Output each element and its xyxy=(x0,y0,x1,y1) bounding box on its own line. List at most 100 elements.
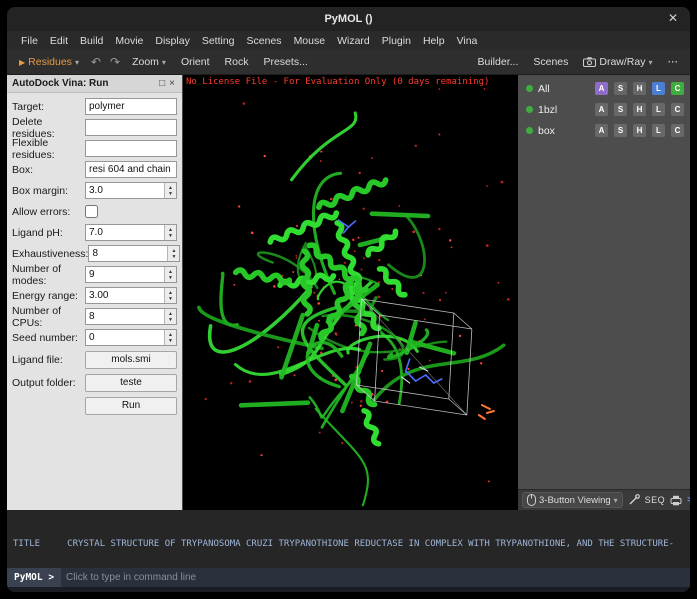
mouse-mode-label: 3-Button Viewing xyxy=(539,495,611,506)
show-button[interactable]: S xyxy=(614,103,627,116)
command-input[interactable] xyxy=(61,568,690,587)
hide-button[interactable]: H xyxy=(633,103,646,116)
spinner-arrows-icon[interactable]: ▲▼ xyxy=(164,330,176,345)
action-button[interactable]: A xyxy=(595,103,608,116)
field-row-allow-errors: Allow errors: xyxy=(7,201,182,222)
menu-display[interactable]: Display xyxy=(149,35,195,47)
seq-toggle[interactable]: SEQ xyxy=(645,495,666,505)
chevron-down-icon: ▾ xyxy=(648,58,652,67)
target-input[interactable] xyxy=(85,98,177,115)
license-warning-text: No License File - For Evaluation Only (0… xyxy=(186,77,489,87)
molecular-viewport[interactable]: No License File - For Evaluation Only (0… xyxy=(183,75,518,510)
redo-icon[interactable]: ↷ xyxy=(107,55,123,69)
menu-setting[interactable]: Setting xyxy=(196,35,241,47)
box-margin-spinner[interactable]: ▲▼ xyxy=(85,182,177,199)
console-line: TITLE CRYSTAL STRUCTURE OF TRYPANOSOMA C… xyxy=(13,538,684,550)
color-button[interactable]: C xyxy=(671,82,684,95)
exhaustiveness-spinner[interactable]: ▲▼ xyxy=(88,245,180,262)
exhaustiveness-label: Exhaustiveness: xyxy=(12,248,88,260)
field-row-delete-residues: Delete residues: xyxy=(7,117,182,138)
menu-plugin[interactable]: Plugin xyxy=(376,35,417,47)
spinner-arrows-icon[interactable]: ▲▼ xyxy=(164,288,176,303)
field-row-flexible-residues: Flexible residues: xyxy=(7,138,182,159)
seed-number-spinner[interactable]: ▲▼ xyxy=(85,329,177,346)
object-row-all[interactable]: All A S H L C xyxy=(518,78,690,99)
close-icon[interactable]: ✕ xyxy=(668,11,678,25)
menu-build[interactable]: Build xyxy=(74,35,109,47)
number-of-modes-spinner[interactable]: ▲▼ xyxy=(85,266,177,283)
title-bar: PyMOL () ✕ xyxy=(7,7,690,31)
window-title: PyMOL () xyxy=(324,13,372,25)
menu-bar: File Edit Build Movie Display Setting Sc… xyxy=(7,31,690,50)
mouse-mode-button[interactable]: 3-Button Viewing ▾ xyxy=(522,492,623,508)
menu-help[interactable]: Help xyxy=(417,35,451,47)
field-row-box-margin: Box margin: ▲▼ xyxy=(7,180,182,201)
spinner-arrows-icon[interactable]: ▲▼ xyxy=(164,267,176,282)
orient-button[interactable]: Orient xyxy=(175,54,216,70)
menu-edit[interactable]: Edit xyxy=(44,35,74,47)
flexible-residues-input[interactable] xyxy=(85,140,177,157)
action-button[interactable]: A xyxy=(595,82,608,95)
prompt-label: PyMOL > xyxy=(14,572,54,583)
float-panel-icon[interactable]: □ xyxy=(157,78,167,89)
object-name[interactable]: box xyxy=(538,125,589,137)
zoom-button[interactable]: Zoom ▾ xyxy=(126,54,172,70)
hide-button[interactable]: H xyxy=(633,82,646,95)
spinner-arrows-icon[interactable]: ▲▼ xyxy=(164,225,176,240)
menu-file[interactable]: File xyxy=(15,35,44,47)
scenes-button[interactable]: Scenes xyxy=(527,54,574,70)
color-button[interactable]: C xyxy=(671,103,684,116)
menu-scenes[interactable]: Scenes xyxy=(241,35,288,47)
ligand-file-button[interactable]: mols.smi xyxy=(85,351,177,369)
menu-vina[interactable]: Vina xyxy=(451,35,484,47)
presets-button[interactable]: Presets... xyxy=(257,54,313,70)
draw-ray-button[interactable]: Draw/Ray ▾ xyxy=(577,54,658,70)
spinner-arrows-icon[interactable]: ▲▼ xyxy=(164,183,176,198)
tools-icon[interactable] xyxy=(628,494,640,506)
label-button[interactable]: L xyxy=(652,103,665,116)
label-button[interactable]: L xyxy=(652,124,665,137)
show-button[interactable]: S xyxy=(614,124,627,137)
vina-panel-header: AutoDock Vina: Run □ × xyxy=(7,75,182,93)
box-input[interactable] xyxy=(85,161,177,178)
close-panel-icon[interactable]: × xyxy=(167,78,177,89)
object-rows: All A S H L C 1bzl A S H L C xyxy=(518,75,690,489)
label-button[interactable]: L xyxy=(652,82,665,95)
builder-button[interactable]: Builder... xyxy=(472,54,525,70)
more-menu-button[interactable]: ⋯ xyxy=(662,54,685,70)
object-row-1bzl[interactable]: 1bzl A S H L C xyxy=(518,99,690,120)
terminal-icon[interactable]: >_ xyxy=(687,495,690,505)
allow-errors-checkbox[interactable] xyxy=(85,205,98,218)
menu-wizard[interactable]: Wizard xyxy=(331,35,376,47)
output-folder-button[interactable]: teste xyxy=(85,374,177,392)
spinner-arrows-icon[interactable]: ▲▼ xyxy=(164,309,176,324)
menu-movie[interactable]: Movie xyxy=(109,35,149,47)
run-button[interactable]: Run xyxy=(85,397,177,415)
object-name[interactable]: 1bzl xyxy=(538,104,589,116)
number-of-cpus-spinner[interactable]: ▲▼ xyxy=(85,308,177,325)
number-of-modes-label: Number of modes: xyxy=(12,263,85,287)
object-enabled-dot-icon xyxy=(526,85,533,92)
delete-residues-input[interactable] xyxy=(85,119,177,136)
undo-icon[interactable]: ↶ xyxy=(88,55,104,69)
pymol-window: PyMOL () ✕ File Edit Build Movie Display… xyxy=(7,7,690,592)
output-folder-row: Output folder: teste xyxy=(7,371,182,394)
print-icon[interactable] xyxy=(670,495,682,506)
energy-range-spinner[interactable]: ▲▼ xyxy=(85,287,177,304)
rock-button[interactable]: Rock xyxy=(219,54,255,70)
field-row-energy-range: Energy range: ▲▼ xyxy=(7,285,182,306)
hide-button[interactable]: H xyxy=(633,124,646,137)
show-button[interactable]: S xyxy=(614,82,627,95)
object-row-box[interactable]: box A S H L C xyxy=(518,120,690,141)
spinner-arrows-icon[interactable]: ▲▼ xyxy=(167,246,179,261)
residues-selector[interactable]: ▶ Residues ▾ xyxy=(13,54,85,70)
chevron-down-icon: ▾ xyxy=(162,58,166,67)
ligand-file-label: Ligand file: xyxy=(12,354,85,366)
menu-mouse[interactable]: Mouse xyxy=(288,35,332,47)
object-name[interactable]: All xyxy=(538,83,589,95)
action-button[interactable]: A xyxy=(595,124,608,137)
seed-number-label: Seed number: xyxy=(12,332,85,344)
vina-panel-body: Target: Delete residues: Flexible residu… xyxy=(7,93,182,417)
ligand-ph-spinner[interactable]: ▲▼ xyxy=(85,224,177,241)
color-button[interactable]: C xyxy=(671,124,684,137)
